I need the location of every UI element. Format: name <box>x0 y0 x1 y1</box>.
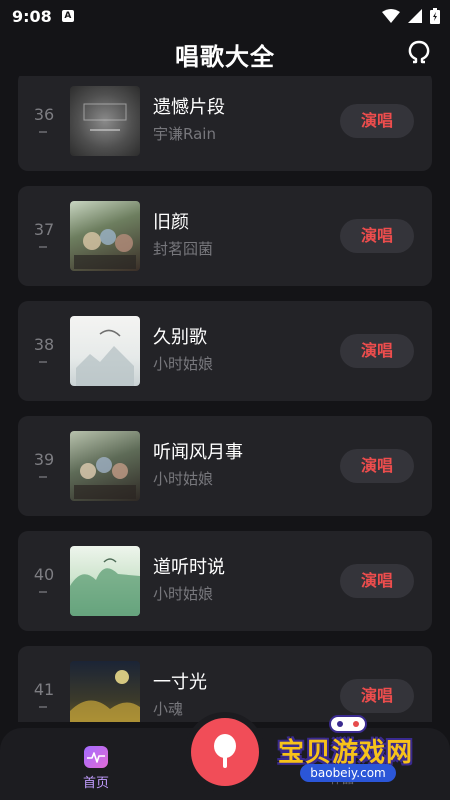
wifi-icon <box>382 9 400 23</box>
sing-button[interactable]: 演唱 <box>340 449 414 483</box>
mic-button[interactable] <box>191 718 259 786</box>
song-artist: 小时姑娘 <box>153 355 214 373</box>
song-card[interactable]: 38 久别歌 小时姑娘 演唱 <box>18 301 432 401</box>
song-artist: 小时姑娘 <box>153 470 214 488</box>
song-rank: 38 <box>33 335 55 354</box>
rank-trend-dash <box>39 361 47 363</box>
notification-icon: A <box>61 10 74 22</box>
album-cover <box>70 201 140 271</box>
song-title: 道听时说 <box>153 557 225 578</box>
battery-icon <box>430 8 440 24</box>
rank-trend-dash <box>39 131 47 133</box>
page-title: 唱歌大全 <box>175 42 275 71</box>
song-title: 一寸光 <box>153 672 207 693</box>
gamepad-icon <box>329 715 367 733</box>
nav-home[interactable]: 首页 <box>72 746 120 791</box>
status-icons <box>382 8 440 24</box>
song-card[interactable]: 39 听闻风月事 小时姑娘 演唱 <box>18 416 432 516</box>
rank-trend-dash <box>39 476 47 478</box>
sing-button[interactable]: 演唱 <box>340 334 414 368</box>
album-cover <box>70 661 140 722</box>
rank-trend-dash <box>39 246 47 248</box>
song-rank: 39 <box>33 450 55 469</box>
song-artist: 宇谦Rain <box>153 125 216 143</box>
song-rank: 36 <box>33 105 55 124</box>
song-artist: 小魂 <box>153 700 184 718</box>
song-title: 遗憾片段 <box>153 97 225 118</box>
song-title: 旧颜 <box>153 212 189 233</box>
album-cover <box>70 546 140 616</box>
status-time: 9:08 <box>12 6 52 26</box>
microphone-icon <box>214 734 236 768</box>
watermark-url: baobeiy.com <box>300 764 396 782</box>
song-list[interactable]: 36 遗憾片段 宇谦Rain 演唱 37 旧颜 封茗囧菌 演唱 38 久别歌 小… <box>0 76 450 722</box>
song-card[interactable]: 41 一寸光 小魂 演唱 <box>18 646 432 722</box>
sing-button[interactable]: 演唱 <box>340 104 414 138</box>
pulse-icon <box>84 746 108 768</box>
song-rank: 37 <box>33 220 55 239</box>
song-card[interactable]: 37 旧颜 封茗囧菌 演唱 <box>18 186 432 286</box>
album-cover <box>70 316 140 386</box>
watermark-logo: 宝贝游戏网 baobeiy.com <box>272 712 432 792</box>
signal-icon <box>408 9 422 23</box>
status-bar: 9:08 A <box>0 0 450 32</box>
omega-icon[interactable] <box>404 38 434 68</box>
app-header: 唱歌大全 <box>0 32 450 76</box>
song-title: 久别歌 <box>153 327 207 348</box>
sing-button[interactable]: 演唱 <box>340 679 414 713</box>
song-rank: 40 <box>33 565 55 584</box>
album-cover <box>70 431 140 501</box>
song-card[interactable]: 40 道听时说 小时姑娘 演唱 <box>18 531 432 631</box>
sing-button[interactable]: 演唱 <box>340 564 414 598</box>
song-card[interactable]: 36 遗憾片段 宇谦Rain 演唱 <box>18 76 432 171</box>
song-artist: 小时姑娘 <box>153 585 214 603</box>
song-artist: 封茗囧菌 <box>153 240 214 258</box>
album-cover <box>70 86 140 156</box>
sing-button[interactable]: 演唱 <box>340 219 414 253</box>
rank-trend-dash <box>39 591 47 593</box>
song-rank: 41 <box>33 680 55 699</box>
nav-home-label: 首页 <box>82 776 109 791</box>
rank-trend-dash <box>39 706 47 708</box>
song-title: 听闻风月事 <box>153 442 243 463</box>
